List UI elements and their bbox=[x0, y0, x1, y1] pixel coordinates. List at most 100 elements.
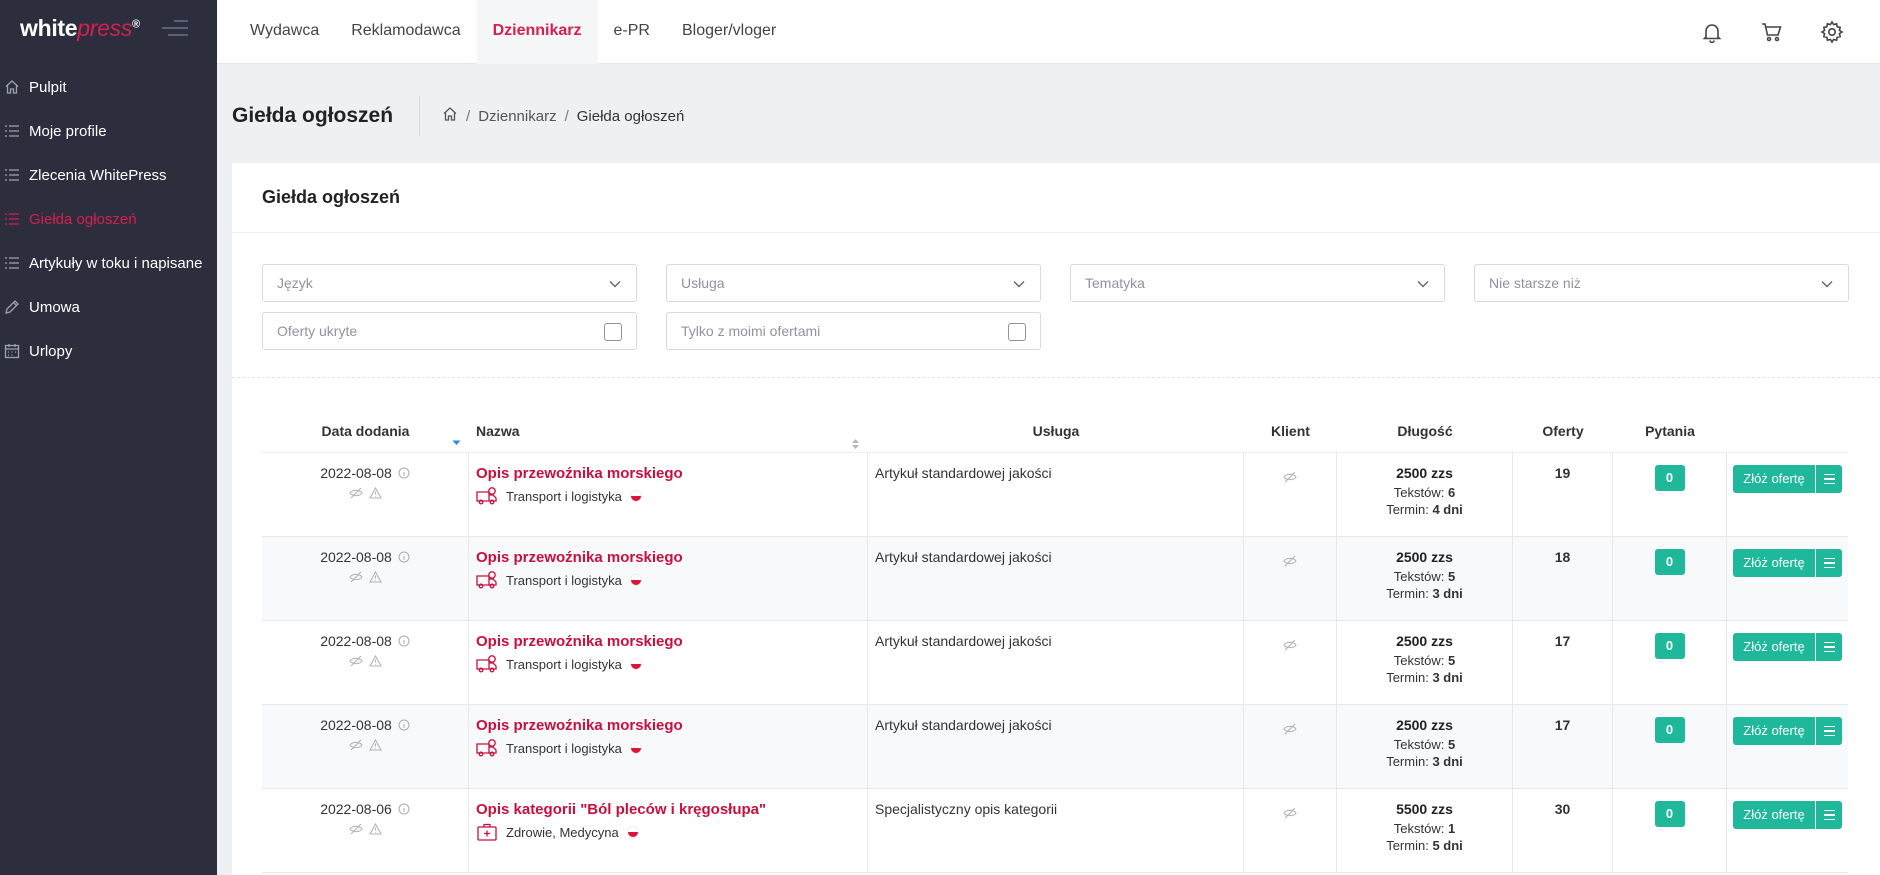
language-select[interactable]: Język bbox=[262, 264, 637, 302]
date-text: 2022-08-08 bbox=[320, 717, 392, 733]
submit-offer-button[interactable]: Złóż ofertę bbox=[1733, 465, 1815, 493]
info-icon[interactable] bbox=[398, 635, 410, 647]
submit-offer-button[interactable]: Złóż ofertę bbox=[1733, 717, 1815, 745]
listing-title-link[interactable]: Opis przewoźnika morskiego bbox=[476, 633, 867, 650]
report-icon[interactable] bbox=[368, 739, 382, 751]
breadcrumb-dziennikarz[interactable]: Dziennikarz bbox=[478, 108, 556, 125]
sidebar-item-gielda[interactable]: Giełda ogłoszeń bbox=[0, 197, 217, 241]
home-icon bbox=[2, 77, 22, 97]
row-menu-icon[interactable] bbox=[1815, 465, 1842, 493]
info-icon[interactable] bbox=[398, 719, 410, 731]
sidebar-item-label: Pulpit bbox=[29, 78, 67, 96]
texts-count: 1 bbox=[1447, 821, 1456, 836]
tab-dziennikarz[interactable]: Dziennikarz bbox=[476, 0, 598, 64]
report-icon[interactable] bbox=[368, 571, 382, 583]
report-icon[interactable] bbox=[368, 487, 382, 499]
date-text: 2022-08-08 bbox=[320, 465, 392, 481]
sidebar-item-label: Zlecenia WhitePress bbox=[29, 166, 167, 184]
polish-flag-icon bbox=[629, 742, 642, 754]
not-older-select-placeholder: Nie starsze niż bbox=[1489, 275, 1581, 291]
divider bbox=[232, 377, 1880, 378]
tab-bloger-vloger[interactable]: Bloger/vloger bbox=[666, 0, 792, 64]
cell-date: 2022-08-08 bbox=[262, 621, 469, 704]
table-row: 2022-08-08 Opis przewoźnika morskiego Tr… bbox=[262, 453, 1848, 537]
row-menu-icon[interactable] bbox=[1815, 717, 1842, 745]
gear-icon[interactable] bbox=[1820, 20, 1844, 44]
tab-e-pr[interactable]: e-PR bbox=[598, 0, 666, 64]
texts-label: Tekstów: bbox=[1393, 737, 1445, 752]
home-icon[interactable] bbox=[442, 106, 458, 126]
info-icon[interactable] bbox=[398, 551, 410, 563]
questions-badge[interactable]: 0 bbox=[1654, 801, 1685, 827]
length-value: 2500 zzs bbox=[1396, 549, 1453, 565]
sidebar-item-label: Artykuły w toku i napisane bbox=[29, 254, 203, 272]
questions-badge[interactable]: 0 bbox=[1654, 465, 1685, 491]
cell-name: Opis przewoźnika morskiego Transport i l… bbox=[469, 621, 868, 704]
medical-kit-icon bbox=[477, 823, 497, 841]
term-value: 3 dni bbox=[1432, 586, 1463, 601]
row-menu-icon[interactable] bbox=[1815, 633, 1842, 661]
logo[interactable]: whitepress® bbox=[20, 15, 140, 42]
topic-select[interactable]: Tematyka bbox=[1070, 264, 1445, 302]
submit-offer-button[interactable]: Złóż ofertę bbox=[1733, 633, 1815, 661]
questions-badge[interactable]: 0 bbox=[1654, 549, 1685, 575]
header-divider bbox=[419, 96, 421, 136]
category-label: Transport i logistyka bbox=[506, 656, 622, 672]
service-select[interactable]: Usługa bbox=[666, 264, 1041, 302]
hidden-client-icon bbox=[1283, 555, 1297, 567]
sidebar-item-umowa[interactable]: Umowa bbox=[0, 285, 217, 329]
sidebar-toggle-icon[interactable] bbox=[162, 20, 188, 38]
hide-icon[interactable] bbox=[348, 487, 363, 499]
questions-badge[interactable]: 0 bbox=[1654, 633, 1685, 659]
column-date[interactable]: Data dodania bbox=[262, 423, 469, 445]
row-menu-icon[interactable] bbox=[1815, 801, 1842, 829]
cell-client bbox=[1244, 453, 1337, 536]
bell-icon[interactable] bbox=[1700, 20, 1724, 44]
hidden-offers-checkbox[interactable] bbox=[604, 323, 622, 341]
hide-icon[interactable] bbox=[348, 739, 363, 751]
sidebar-item-label: Umowa bbox=[29, 298, 80, 316]
term-label: Termin: bbox=[1386, 502, 1429, 517]
questions-badge[interactable]: 0 bbox=[1654, 717, 1685, 743]
listing-title-link[interactable]: Opis przewoźnika morskiego bbox=[476, 549, 867, 566]
listing-title-link[interactable]: Opis przewoźnika morskiego bbox=[476, 717, 867, 734]
hidden-offers-toggle[interactable]: Oferty ukryte bbox=[262, 312, 637, 350]
listing-title-link[interactable]: Opis kategorii "Ból pleców i kręgosłupa" bbox=[476, 801, 867, 818]
only-my-offers-toggle[interactable]: Tylko z moimi ofertami bbox=[666, 312, 1041, 350]
table-row: 2022-08-06 Opis kategorii "Ból pleców i … bbox=[262, 789, 1848, 873]
tab-reklamodawca[interactable]: Reklamodawca bbox=[335, 0, 476, 64]
submit-offer-button[interactable]: Złóż ofertę bbox=[1733, 801, 1815, 829]
cart-icon[interactable] bbox=[1760, 20, 1784, 44]
length-value: 5500 zzs bbox=[1396, 801, 1453, 817]
row-menu-icon[interactable] bbox=[1815, 549, 1842, 577]
hidden-client-icon bbox=[1283, 723, 1297, 735]
truck-icon bbox=[476, 571, 497, 589]
service-select-placeholder: Usługa bbox=[681, 275, 725, 291]
submit-offer-button[interactable]: Złóż ofertę bbox=[1733, 549, 1815, 577]
sidebar-item-pulpit[interactable]: Pulpit bbox=[0, 65, 217, 109]
sidebar-item-artykuly[interactable]: Artykuły w toku i napisane bbox=[0, 241, 217, 285]
sidebar-item-urlopy[interactable]: Urlopy bbox=[0, 329, 217, 373]
term-label: Termin: bbox=[1386, 586, 1429, 601]
tab-wydawca[interactable]: Wydawca bbox=[234, 0, 335, 64]
sidebar-item-label: Moje profile bbox=[29, 122, 107, 140]
info-icon[interactable] bbox=[398, 467, 410, 479]
listings-table: Data dodania Nazwa Usługa Klient Długość… bbox=[262, 410, 1848, 873]
texts-count: 5 bbox=[1447, 737, 1456, 752]
report-icon[interactable] bbox=[368, 655, 382, 667]
cell-questions: 0 bbox=[1613, 789, 1727, 872]
only-my-offers-checkbox[interactable] bbox=[1008, 323, 1026, 341]
category-label: Transport i logistyka bbox=[506, 488, 622, 504]
listing-title-link[interactable]: Opis przewoźnika morskiego bbox=[476, 465, 867, 482]
term-label: Termin: bbox=[1386, 670, 1429, 685]
report-icon[interactable] bbox=[368, 823, 382, 835]
hide-icon[interactable] bbox=[348, 655, 363, 667]
not-older-select[interactable]: Nie starsze niż bbox=[1474, 264, 1849, 302]
hide-icon[interactable] bbox=[348, 571, 363, 583]
sidebar-item-moje-profile[interactable]: Moje profile bbox=[0, 109, 217, 153]
info-icon[interactable] bbox=[398, 803, 410, 815]
column-name[interactable]: Nazwa bbox=[469, 423, 868, 449]
only-my-offers-label: Tylko z moimi ofertami bbox=[681, 323, 821, 339]
hide-icon[interactable] bbox=[348, 823, 363, 835]
sidebar-item-zlecenia[interactable]: Zlecenia WhitePress bbox=[0, 153, 217, 197]
